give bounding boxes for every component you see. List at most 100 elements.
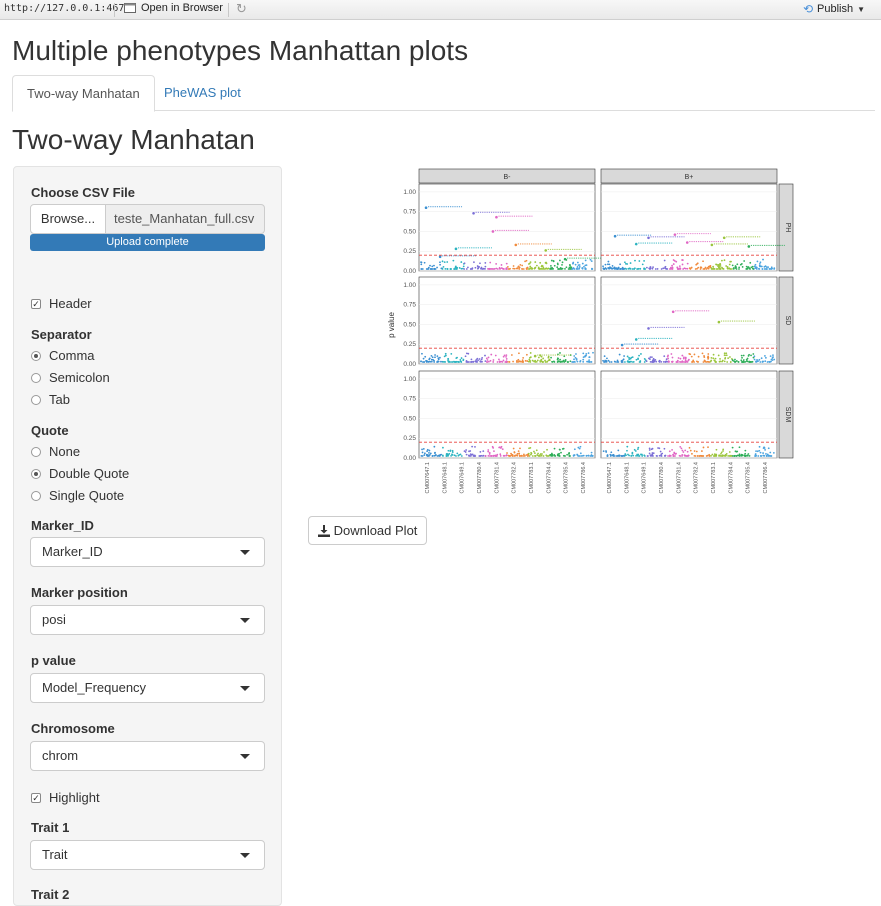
browser-toolbar: http://127.0.0.1:4679 Open in Browser ↻ … — [0, 0, 881, 20]
data-point — [687, 358, 690, 361]
data-point — [684, 449, 687, 452]
refresh-icon[interactable]: ↻ — [236, 1, 247, 17]
data-point — [717, 354, 720, 357]
data-point — [626, 449, 628, 452]
data-point — [605, 450, 607, 452]
data-point — [729, 356, 731, 358]
data-point — [709, 360, 712, 363]
data-point — [518, 352, 520, 355]
data-point — [587, 352, 590, 355]
data-point — [697, 355, 700, 358]
data-point — [578, 447, 581, 450]
data-point — [501, 448, 504, 451]
data-point — [470, 361, 472, 363]
data-point — [634, 450, 637, 452]
download-plot-label: Download Plot — [333, 523, 418, 538]
data-point — [465, 268, 468, 270]
data-point — [534, 266, 537, 269]
separator-radio-comma[interactable]: Comma — [31, 348, 95, 363]
tab-phewas-plot[interactable]: PheWAS plot — [150, 75, 255, 111]
header-checkbox[interactable]: ✓ Header — [31, 296, 92, 311]
highlight-checkbox[interactable]: ✓ Highlight — [31, 790, 100, 805]
data-point — [649, 266, 652, 269]
publish-button[interactable]: ⟲ Publish ▼ — [803, 2, 865, 16]
separator-radio-tab[interactable]: Tab — [31, 392, 70, 407]
data-point — [519, 447, 521, 450]
data-point — [751, 360, 754, 363]
separator-label: Separator — [31, 327, 92, 342]
marker-position-select[interactable]: posi — [30, 605, 265, 635]
data-point — [648, 358, 651, 360]
data-point — [603, 268, 606, 270]
data-point — [421, 448, 423, 451]
data-point — [501, 361, 504, 363]
open-in-browser-button[interactable]: Open in Browser — [124, 2, 223, 14]
checkbox-checked-icon: ✓ — [31, 298, 41, 309]
data-point — [765, 454, 768, 457]
data-point — [587, 361, 590, 363]
data-point — [503, 454, 506, 457]
data-point — [640, 453, 642, 456]
y-tick-label: 0.25 — [403, 248, 416, 255]
file-name-field[interactable]: teste_Manhatan_full.csv — [106, 204, 265, 234]
data-point — [629, 262, 632, 264]
data-point — [663, 355, 666, 358]
data-point — [546, 361, 548, 363]
quote-radio-double[interactable]: Double Quote — [31, 466, 129, 481]
data-point — [696, 262, 699, 265]
quote-radio-none[interactable]: None — [31, 444, 80, 459]
data-point — [772, 452, 775, 454]
data-point — [429, 264, 431, 267]
chromosome-select[interactable]: chrom — [30, 741, 265, 771]
trait1-select[interactable]: Trait — [30, 840, 265, 870]
data-point — [523, 455, 526, 457]
data-point — [671, 356, 674, 359]
pvalue-select[interactable]: Model_Frequency — [30, 673, 265, 703]
tab-two-way-manhatan[interactable]: Two-way Manhatan — [12, 75, 155, 112]
pvalue-label: p value — [31, 653, 76, 668]
data-point — [627, 453, 629, 456]
data-point — [604, 263, 607, 266]
data-point — [485, 357, 488, 360]
data-point — [572, 454, 575, 457]
data-point — [767, 266, 770, 269]
data-point — [733, 455, 736, 457]
data-point — [487, 450, 490, 453]
download-plot-button[interactable]: Download Plot — [308, 516, 427, 545]
data-point — [568, 454, 571, 457]
browse-button[interactable]: Browse... — [30, 204, 106, 234]
download-icon — [317, 524, 330, 537]
data-point — [509, 267, 511, 270]
quote-radio-single[interactable]: Single Quote — [31, 488, 124, 503]
data-point — [637, 446, 640, 449]
x-tick-label: CM007786.4 — [763, 462, 769, 494]
data-point — [505, 360, 508, 363]
data-point — [741, 361, 744, 363]
data-point — [559, 360, 561, 363]
data-point — [510, 354, 513, 356]
data-point — [626, 445, 629, 448]
data-point — [550, 452, 553, 455]
data-point — [462, 358, 465, 361]
data-point — [456, 268, 458, 270]
data-point — [707, 353, 710, 355]
data-point — [550, 356, 552, 359]
data-point — [643, 361, 646, 363]
section-title: Two-way Manhatan — [12, 124, 255, 155]
data-point — [431, 356, 434, 359]
data-point — [551, 454, 554, 457]
data-point — [724, 357, 726, 360]
separator-radio-semicolon[interactable]: Semicolon — [31, 370, 110, 385]
marker-id-select[interactable]: Marker_ID — [30, 537, 265, 567]
data-point — [557, 268, 559, 270]
data-point — [755, 454, 758, 457]
data-point — [671, 448, 673, 451]
data-point — [655, 360, 658, 363]
data-point — [736, 263, 739, 266]
data-point — [758, 449, 761, 452]
data-point — [459, 358, 462, 361]
data-point — [445, 455, 448, 457]
data-point — [731, 359, 734, 362]
data-point — [744, 449, 747, 452]
data-point — [631, 451, 634, 454]
